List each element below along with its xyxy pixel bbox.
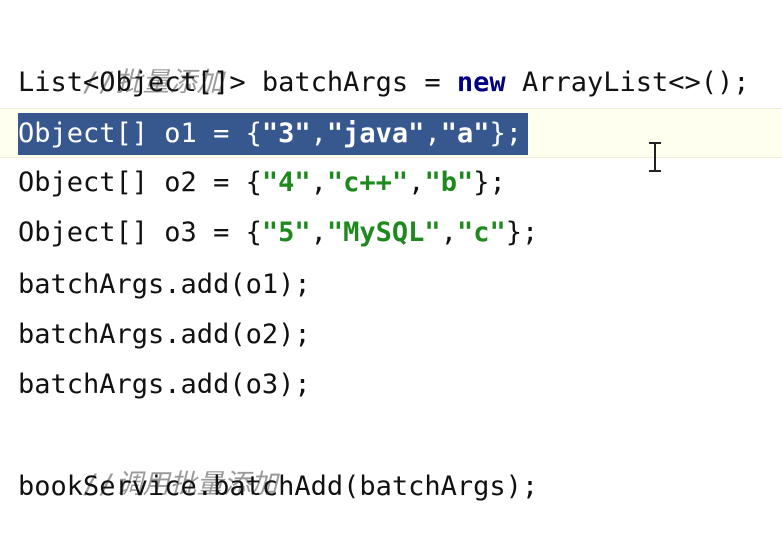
string-literal: "3" (261, 118, 311, 149)
code-text: }; (505, 217, 539, 248)
code-line-o3[interactable]: Object[] o3 = {"5","MySQL","c"}; (0, 208, 782, 258)
code-editor[interactable]: //批量添加 List<Object[]> batchArgs = new Ar… (0, 0, 782, 525)
code-text: , (408, 167, 425, 198)
code-text: List<Object[]> batchArgs = (18, 67, 457, 98)
string-literal: "b" (424, 167, 474, 198)
code-line-o1-selected[interactable]: Object[] o1 = {"3","java","a"}; (0, 108, 782, 158)
string-literal: "c++" (326, 167, 409, 198)
code-line-batchargs-declaration[interactable]: List<Object[]> batchArgs = new ArrayList… (0, 58, 782, 108)
string-literal: "c" (456, 217, 506, 248)
code-line-comment-call-batch-add[interactable]: //调用批量添加 (0, 410, 782, 500)
code-text: Object[] o2 = { (18, 167, 262, 198)
string-literal: "MySQL" (326, 217, 441, 248)
code-text: , (310, 167, 327, 198)
code-text: bookService.batchAdd(batchArgs); (18, 471, 539, 502)
code-text: Object[] o1 = { (18, 118, 262, 149)
code-text: Object[] o3 = { (18, 217, 262, 248)
string-literal: "java" (326, 118, 425, 149)
code-text: , (424, 118, 441, 149)
code-text: ArrayList<>(); (505, 67, 750, 98)
code-text: , (310, 118, 327, 149)
string-literal: "4" (261, 167, 311, 198)
code-text: batchArgs.add(o1); (18, 269, 311, 300)
code-line-o2[interactable]: Object[] o2 = {"4","c++","b"}; (0, 158, 782, 208)
code-text: , (310, 217, 327, 248)
string-literal: "5" (261, 217, 311, 248)
code-line-add-o1[interactable]: batchArgs.add(o1); (0, 260, 782, 310)
text-selection[interactable]: Object[] o1 = {"3","java","a"}; (18, 113, 528, 155)
text-ibeam-cursor-icon (648, 142, 662, 172)
code-text: }; (489, 118, 522, 149)
code-line-comment-batch-add[interactable]: //批量添加 (0, 8, 782, 98)
code-line-add-o2[interactable]: batchArgs.add(o2); (0, 310, 782, 360)
code-line-add-o3[interactable]: batchArgs.add(o3); (0, 360, 782, 410)
code-text: batchArgs.add(o3); (18, 369, 311, 400)
keyword-new: new (456, 67, 506, 98)
code-text: batchArgs.add(o2); (18, 319, 311, 350)
code-text: , (440, 217, 457, 248)
string-literal: "a" (440, 118, 490, 149)
code-text: }; (473, 167, 506, 198)
code-line-batchadd-call[interactable]: bookService.batchAdd(batchArgs); (0, 462, 782, 512)
